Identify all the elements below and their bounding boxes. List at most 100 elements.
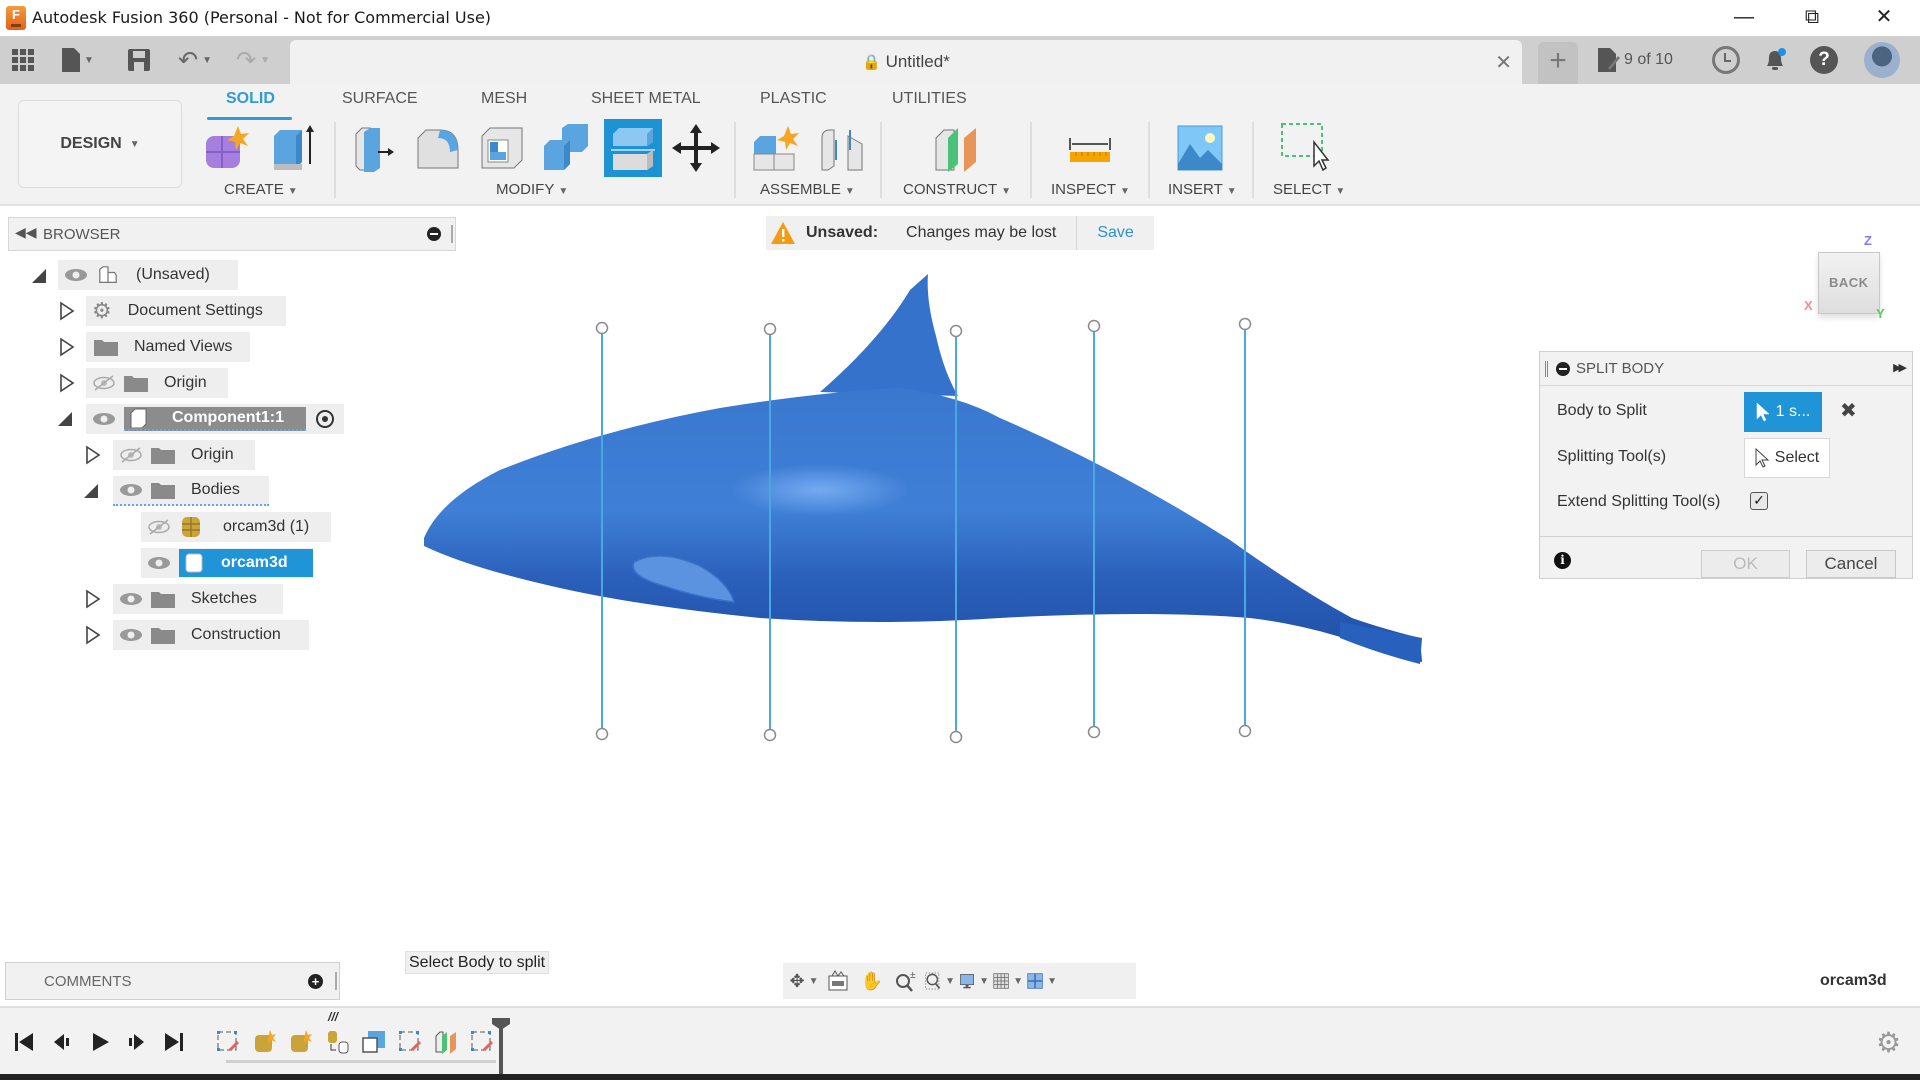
tab-utilities[interactable]: UTILITIES [892, 90, 967, 108]
inspect-menu[interactable]: INSPECT ▼ [1051, 181, 1130, 198]
plane-handle[interactable] [763, 322, 777, 336]
file-menu-button[interactable]: ▼ [62, 44, 94, 76]
plane-handle[interactable] [949, 324, 963, 338]
minimize-dialog-icon[interactable] [1556, 362, 1570, 376]
display-settings-button[interactable]: ▼ [959, 968, 989, 994]
plane-handle[interactable] [1087, 725, 1101, 739]
banner-save-link[interactable]: Save [1097, 224, 1133, 242]
sketch-feature-icon[interactable] [470, 1030, 494, 1054]
tree-item-component-origin[interactable]: Origin [113, 440, 255, 470]
create-menu[interactable]: CREATE ▼ [224, 181, 298, 198]
insert-decal-button[interactable] [1174, 122, 1226, 174]
help-icon[interactable]: ? [1810, 46, 1838, 74]
collapse-triangle-icon[interactable] [56, 409, 74, 429]
tab-surface[interactable]: SURFACE [342, 90, 418, 108]
viewcube-face[interactable]: BACK [1818, 252, 1880, 314]
tab-sheet-metal[interactable]: SHEET METAL [591, 90, 701, 108]
collapse-triangle-icon[interactable] [30, 266, 48, 286]
collapse-triangle-icon[interactable] [82, 481, 100, 501]
fit-button[interactable]: ▼ [925, 968, 955, 994]
insert-menu[interactable]: INSERT ▼ [1168, 181, 1237, 198]
offset-plane-button[interactable] [930, 122, 982, 174]
new-component-assemble-button[interactable] [750, 122, 802, 174]
data-panel-button[interactable] [12, 44, 34, 76]
assemble-menu[interactable]: ASSEMBLE ▼ [760, 181, 855, 198]
tree-item-construction[interactable]: Construction [113, 620, 309, 650]
plane-handle[interactable] [595, 321, 609, 335]
tab-solid[interactable]: SOLID [226, 90, 275, 108]
eye-hidden-icon[interactable] [147, 519, 171, 535]
restore-button[interactable]: ⧉ [1784, 0, 1840, 36]
redo-button[interactable]: ↷ ▼ [236, 44, 270, 76]
splitting-tools-selector[interactable]: Select [1744, 438, 1830, 478]
drag-handle-icon[interactable] [1545, 361, 1548, 377]
joint-button[interactable] [816, 122, 868, 174]
eye-icon[interactable] [119, 627, 143, 643]
new-component-button[interactable] [200, 122, 252, 174]
expand-triangle-icon[interactable] [84, 625, 102, 645]
extend-splitting-tools-checkbox[interactable]: ✓ [1750, 492, 1768, 510]
viewports-button[interactable]: ▼ [1027, 968, 1057, 994]
activate-radio-icon[interactable] [316, 410, 334, 428]
panel-resize-handle[interactable] [451, 225, 453, 243]
split-body-button[interactable] [604, 119, 662, 177]
eye-icon[interactable] [147, 555, 171, 571]
expand-dialog-icon[interactable]: ▶▶ [1893, 361, 1907, 374]
orca-body-model[interactable] [424, 274, 1422, 664]
expand-triangle-icon[interactable] [58, 301, 76, 321]
split-body-header[interactable]: SPLIT BODY ▶▶ [1540, 352, 1912, 386]
plane-handle[interactable] [1087, 319, 1101, 333]
modify-menu[interactable]: MODIFY ▼ [496, 181, 568, 198]
tree-item-origin[interactable]: Origin [86, 368, 228, 398]
eye-icon[interactable] [64, 267, 88, 283]
tree-item-body-copy[interactable]: orcam3d (1) [141, 512, 331, 542]
eye-hidden-icon[interactable] [92, 375, 116, 391]
tree-item-bodies[interactable]: Bodies [113, 476, 269, 506]
mesh-body-feature-icon[interactable] [288, 1030, 312, 1054]
plane-handle[interactable] [949, 730, 963, 744]
panel-resize-handle[interactable] [335, 972, 337, 990]
expand-triangle-icon[interactable] [84, 589, 102, 609]
notifications-bell-icon[interactable] [1761, 46, 1789, 74]
orbit-button[interactable]: ✥ ▼ [789, 968, 819, 994]
select-menu[interactable]: SELECT ▼ [1273, 181, 1345, 198]
move-copy-button[interactable] [670, 122, 722, 174]
sketch-feature-icon[interactable] [216, 1030, 240, 1054]
eye-icon[interactable] [119, 482, 143, 498]
document-tab[interactable]: 🔒 Untitled* ✕ [290, 40, 1522, 84]
undo-button[interactable]: ↶ ▼ [178, 44, 212, 76]
fillet-button[interactable] [412, 122, 464, 174]
tree-item-component[interactable]: Component1:1 [86, 404, 344, 434]
timeline-settings-gear-icon[interactable]: ⚙ [1876, 1026, 1901, 1059]
press-pull-button[interactable] [348, 122, 400, 174]
info-icon[interactable]: i [1554, 552, 1571, 569]
plane-handle[interactable] [1238, 317, 1252, 331]
tab-plastic[interactable]: PLASTIC [760, 90, 827, 108]
grid-settings-button[interactable]: ▼ [993, 968, 1023, 994]
add-comment-icon[interactable]: + [308, 974, 323, 989]
save-button[interactable] [128, 44, 150, 76]
play-icon[interactable] [88, 1030, 112, 1054]
shell-button[interactable] [476, 122, 528, 174]
expand-triangle-icon[interactable] [84, 445, 102, 465]
tab-mesh[interactable]: MESH [481, 90, 527, 108]
sketch-feature-icon[interactable] [398, 1030, 422, 1054]
look-at-button[interactable] [823, 968, 853, 994]
tree-item-document-settings[interactable]: ⚙ Document Settings [86, 296, 286, 326]
minimize-panel-icon[interactable] [427, 227, 441, 241]
go-to-start-icon[interactable] [12, 1030, 36, 1054]
step-back-icon[interactable] [50, 1030, 74, 1054]
minimize-button[interactable]: — [1716, 0, 1772, 36]
construct-menu[interactable]: CONSTRUCT ▼ [903, 181, 1011, 198]
body-to-split-selector[interactable]: 1 s... [1744, 392, 1822, 432]
extrude-button[interactable] [266, 122, 318, 174]
tree-item-sketches[interactable]: Sketches [113, 584, 283, 614]
user-avatar[interactable] [1864, 42, 1900, 78]
history-clock-icon[interactable] [1712, 46, 1740, 74]
tree-item-root[interactable]: (Unsaved) [58, 260, 238, 290]
ok-button[interactable]: OK [1701, 550, 1790, 578]
pan-button[interactable]: ✋ [857, 968, 887, 994]
timeline-marker[interactable] [492, 1018, 510, 1074]
plane-handle[interactable] [595, 727, 609, 741]
eye-icon[interactable] [119, 591, 143, 607]
